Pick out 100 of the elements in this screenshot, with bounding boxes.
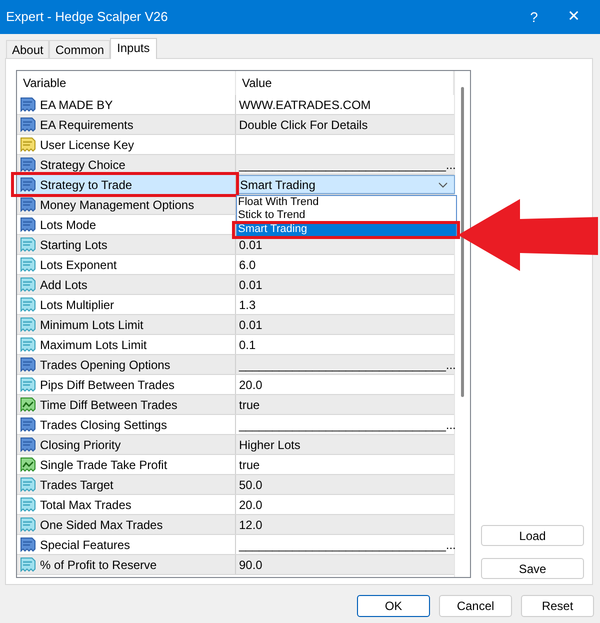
- window-title: Expert - Hedge Scalper V26: [6, 8, 169, 26]
- variable-name: Time Diff Between Trades: [40, 396, 178, 414]
- table-row[interactable]: % of Profit to Reserve 90.0: [17, 555, 454, 575]
- value-text: 0.01: [238, 316, 262, 334]
- table-row[interactable]: One Sided Max Trades 12.0: [17, 515, 454, 535]
- variable-name: Pips Diff Between Trades: [40, 376, 175, 394]
- value-text: 0.1: [238, 336, 256, 354]
- value-text: 12.0: [238, 516, 262, 534]
- value-text: 0.01: [238, 276, 262, 294]
- variable-name: Trades Closing Settings: [40, 416, 167, 434]
- text-icon: [20, 137, 36, 152]
- variable-name: Trades Target: [40, 476, 114, 494]
- value-text: _______________________________...: [238, 356, 456, 374]
- value-text: WWW.EATRADES.COM: [238, 96, 371, 114]
- table-row[interactable]: Time Diff Between Trades true: [17, 395, 454, 415]
- value-text: _______________________________...: [238, 416, 456, 434]
- value-text: true: [238, 456, 260, 474]
- table-row[interactable]: Single Trade Take Profit true: [17, 455, 454, 475]
- table-row[interactable]: EA Requirements Double Click For Details: [17, 115, 454, 135]
- chart-icon: [20, 457, 36, 472]
- chart-icon: [20, 397, 36, 412]
- variable-name: One Sided Max Trades: [40, 516, 163, 534]
- fraction-icon: [20, 517, 36, 532]
- fraction-icon: [20, 277, 36, 292]
- variable-name: Strategy Choice: [40, 156, 126, 174]
- variable-name: Strategy to Trade: [40, 176, 132, 194]
- variable-name: Minimum Lots Limit: [40, 316, 144, 334]
- dropdown-option[interactable]: Float With Trend: [237, 196, 456, 209]
- variable-name: User License Key: [40, 136, 134, 154]
- variable-name: Lots Exponent: [40, 256, 117, 274]
- variable-name: Money Management Options: [40, 196, 194, 214]
- variable-name: Closing Priority: [40, 436, 121, 454]
- table-row[interactable]: Closing Priority Higher Lots: [17, 435, 454, 455]
- dropdown-field[interactable]: Smart Trading: [236, 175, 455, 194]
- number-icon: [20, 357, 36, 372]
- table-row[interactable]: Lots Exponent 6.0: [17, 255, 454, 275]
- variable-name: Starting Lots: [40, 236, 108, 254]
- save-button[interactable]: Save: [481, 558, 584, 579]
- value-text: true: [238, 396, 260, 414]
- value-text: Double Click For Details: [238, 116, 368, 134]
- variable-name: Special Features: [40, 536, 130, 554]
- number-icon: [20, 97, 36, 112]
- load-button[interactable]: Load: [481, 525, 584, 546]
- value-text: 6.0: [238, 256, 256, 274]
- dialog-button[interactable]: OK: [357, 595, 430, 617]
- fraction-icon: [20, 337, 36, 352]
- number-icon: [20, 157, 36, 172]
- value-text: _______________________________...: [238, 156, 456, 174]
- variable-name: Lots Multiplier: [40, 296, 114, 314]
- tab[interactable]: Inputs: [110, 38, 157, 59]
- value-text: _______________________________...: [238, 536, 456, 554]
- table-row[interactable]: Minimum Lots Limit 0.01: [17, 315, 454, 335]
- fraction-icon: [20, 557, 36, 572]
- fraction-icon: [20, 477, 36, 492]
- value-text: Higher Lots: [238, 436, 300, 454]
- table-row[interactable]: Special Features _______________________________...: [17, 535, 454, 555]
- variable-name: Single Trade Take Profit: [40, 456, 168, 474]
- fraction-icon: [20, 377, 36, 392]
- table-row[interactable]: User License Key: [17, 135, 454, 155]
- chevron-icon: [438, 182, 448, 188]
- value-text: 20.0: [238, 496, 262, 514]
- table-row[interactable]: Total Max Trades 20.0: [17, 495, 454, 515]
- variable-name: Lots Mode: [40, 216, 96, 234]
- variable-name: % of Profit to Reserve: [40, 556, 157, 574]
- variable-name: EA Requirements: [40, 116, 134, 134]
- table-row[interactable]: Strategy Choice _______________________________...: [17, 155, 454, 175]
- table-row[interactable]: Lots Multiplier 1.3: [17, 295, 454, 315]
- value-text: 90.0: [238, 556, 262, 574]
- tab[interactable]: Common: [49, 40, 110, 58]
- dialog-button[interactable]: Cancel: [439, 595, 512, 617]
- number-icon: [20, 537, 36, 552]
- variable-name: Add Lots: [40, 276, 88, 294]
- variable-name: EA MADE BY: [40, 96, 113, 114]
- table-row[interactable]: Add Lots 0.01: [17, 275, 454, 295]
- table-row[interactable]: Trades Target 50.0: [17, 475, 454, 495]
- tab[interactable]: About: [6, 40, 50, 58]
- fraction-icon: [20, 317, 36, 332]
- close-button[interactable]: ✕: [554, 2, 594, 32]
- table-row[interactable]: Pips Diff Between Trades 20.0: [17, 375, 454, 395]
- number-icon: [20, 437, 36, 452]
- value-text: 1.3: [238, 296, 256, 314]
- number-icon: [20, 197, 36, 212]
- number-icon: [20, 217, 36, 232]
- fraction-icon: [20, 237, 36, 252]
- value-text: 20.0: [238, 376, 262, 394]
- variable-name: Total Max Trades: [40, 496, 132, 514]
- help-button[interactable]: ?: [514, 2, 554, 32]
- variable-name: Trades Opening Options: [40, 356, 170, 374]
- number-icon: [20, 417, 36, 432]
- number-icon: [20, 177, 36, 192]
- dialog-button[interactable]: Reset: [521, 595, 594, 617]
- table-row[interactable]: Trades Closing Settings _______________________________...: [17, 415, 454, 435]
- number-icon: [20, 117, 36, 132]
- table-row[interactable]: Maximum Lots Limit 0.1: [17, 335, 454, 355]
- value-text: 0.01: [238, 236, 262, 254]
- value-text: 50.0: [238, 476, 262, 494]
- table-row[interactable]: Starting Lots 0.01: [17, 235, 454, 255]
- table-row[interactable]: EA MADE BY WWW.EATRADES.COM: [17, 95, 454, 115]
- table-row[interactable]: Trades Opening Options _______________________________...: [17, 355, 454, 375]
- fraction-icon: [20, 257, 36, 272]
